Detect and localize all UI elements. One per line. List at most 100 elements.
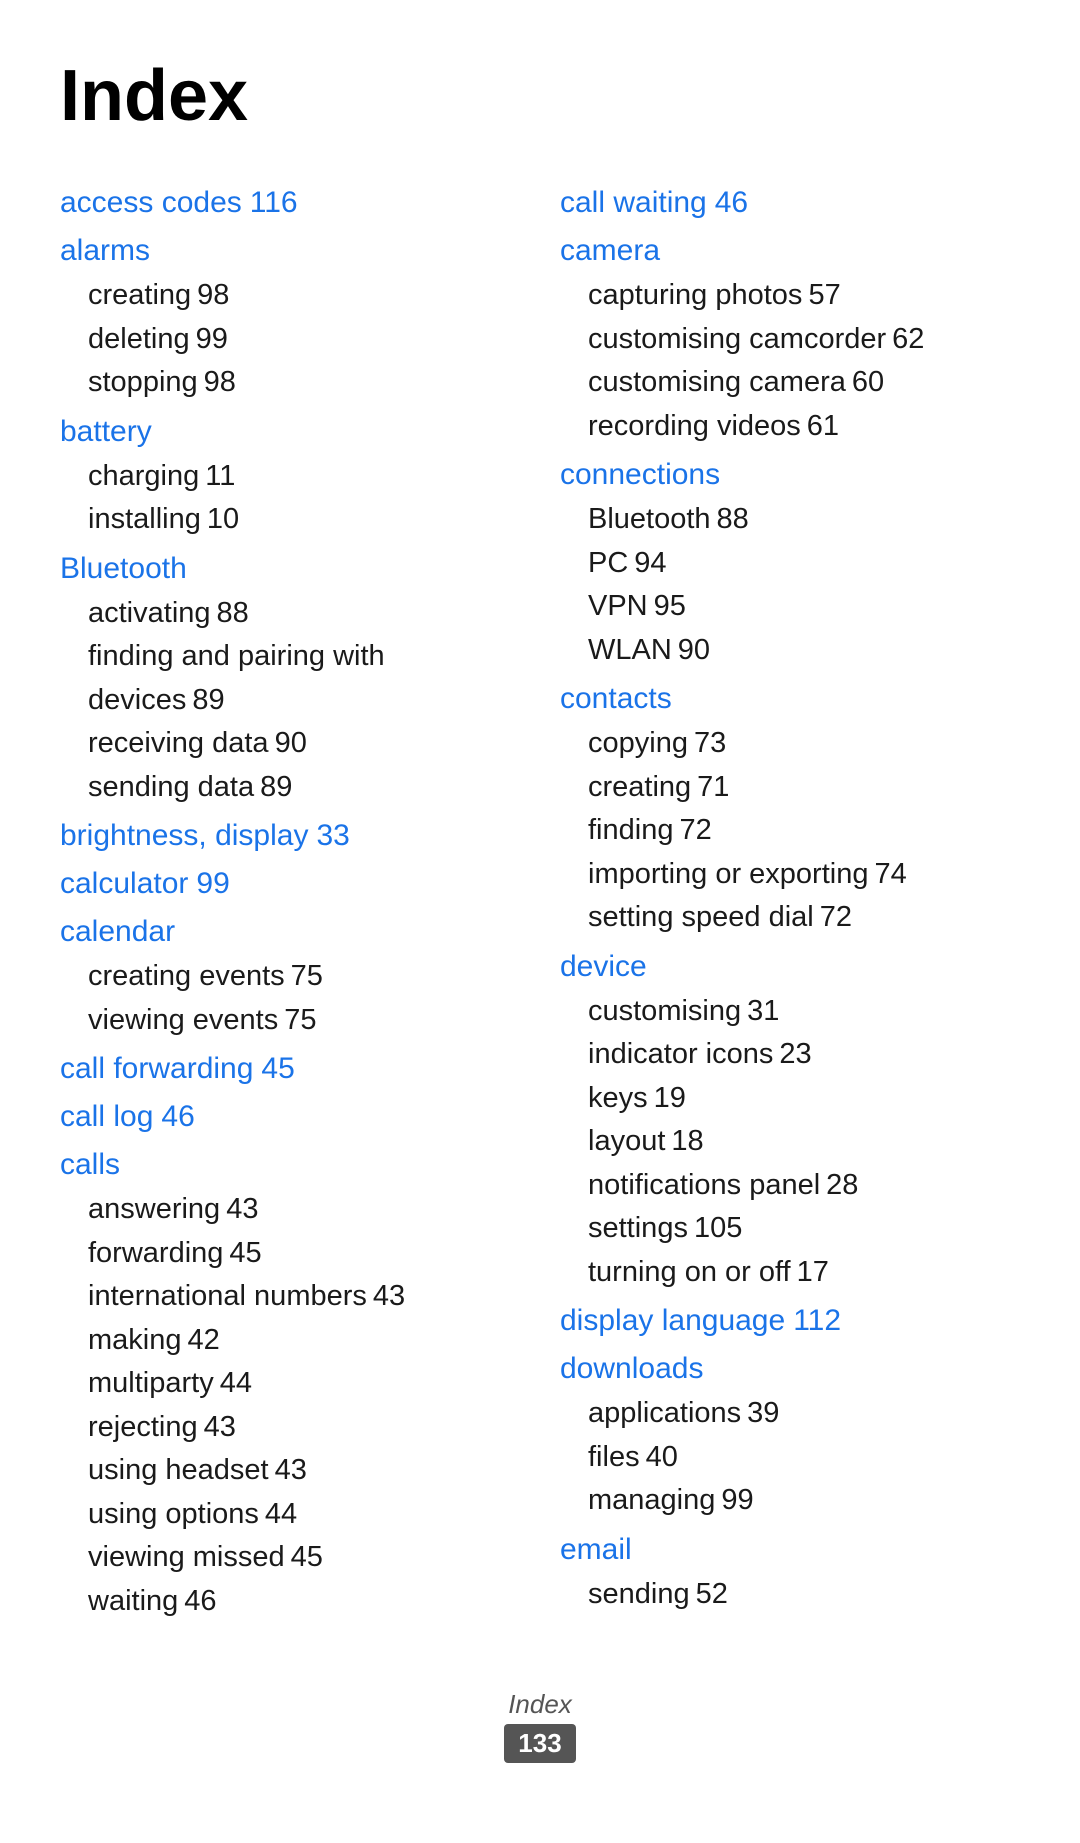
page-number: 95 <box>654 590 686 622</box>
sub-entry: creating71 <box>588 766 1020 810</box>
footer-page: 133 <box>504 1724 575 1763</box>
page-number: 44 <box>220 1367 252 1399</box>
index-entry: connectionsBluetooth88PC94VPN95WLAN90 <box>560 454 1020 672</box>
page-number: 31 <box>747 995 779 1027</box>
sub-entry: waiting46 <box>88 1580 520 1624</box>
entry-header: battery <box>60 411 520 453</box>
index-body: access codes116alarmscreating98deleting9… <box>60 182 1020 1629</box>
sub-entries: copying73creating71finding72importing or… <box>588 722 1020 940</box>
index-entry: brightness, display33 <box>60 815 520 857</box>
sub-entry: multiparty44 <box>88 1362 520 1406</box>
index-entry: emailsending52 <box>560 1529 1020 1617</box>
index-entry: downloadsapplications39files40managing99 <box>560 1348 1020 1523</box>
entry-header: display language112 <box>560 1300 1020 1342</box>
page-number: 28 <box>826 1169 858 1201</box>
index-entry: access codes116 <box>60 182 520 224</box>
page-number: 74 <box>874 858 906 890</box>
sub-entry: forwarding45 <box>88 1232 520 1276</box>
sub-entry: files40 <box>588 1436 1020 1480</box>
page-number: 52 <box>696 1578 728 1610</box>
page-number: 71 <box>697 771 729 803</box>
entry-header: call forwarding45 <box>60 1048 520 1090</box>
page-number: 89 <box>260 771 292 803</box>
page-number: 33 <box>316 819 349 852</box>
sub-entry: indicator icons23 <box>588 1033 1020 1077</box>
index-entry: call waiting46 <box>560 182 1020 224</box>
index-entry: calendarcreating events75viewing events7… <box>60 911 520 1042</box>
entry-header: calendar <box>60 911 520 953</box>
sub-entry: activating88 <box>88 592 520 636</box>
sub-entry: importing or exporting74 <box>588 853 1020 897</box>
index-entry: devicecustomising31indicator icons23keys… <box>560 946 1020 1295</box>
page-number: 116 <box>250 186 298 219</box>
sub-entry: international numbers43 <box>88 1275 520 1319</box>
column-0: access codes116alarmscreating98deleting9… <box>60 182 560 1629</box>
page-number: 90 <box>678 634 710 666</box>
page-number: 73 <box>694 727 726 759</box>
sub-entries: capturing photos57customising camcorder6… <box>588 274 1020 448</box>
sub-entry: stopping98 <box>88 361 520 405</box>
entry-header: call log46 <box>60 1096 520 1138</box>
column-1: call waiting46cameracapturing photos57cu… <box>560 182 1020 1629</box>
index-entry: contactscopying73creating71finding72impo… <box>560 678 1020 940</box>
page-number: 43 <box>204 1411 236 1443</box>
page-number: 23 <box>779 1038 811 1070</box>
sub-entry: charging11 <box>88 455 520 499</box>
page-number: 75 <box>291 960 323 992</box>
sub-entry: receiving data90 <box>88 722 520 766</box>
sub-entry: finding and pairing with devices89 <box>88 635 520 722</box>
page-number: 99 <box>721 1484 753 1516</box>
page-number: 46 <box>715 186 748 219</box>
sub-entries: sending52 <box>588 1573 1020 1617</box>
page-number: 99 <box>196 867 229 900</box>
sub-entry: creating events75 <box>88 955 520 999</box>
sub-entry: capturing photos57 <box>588 274 1020 318</box>
sub-entry: customising camera60 <box>588 361 1020 405</box>
sub-entries: activating88finding and pairing with dev… <box>88 592 520 810</box>
sub-entry: answering43 <box>88 1188 520 1232</box>
index-entry: callsanswering43forwarding45internationa… <box>60 1144 520 1623</box>
page-number: 90 <box>275 727 307 759</box>
sub-entry: managing99 <box>588 1479 1020 1523</box>
sub-entry: viewing events75 <box>88 999 520 1043</box>
page-number: 19 <box>654 1082 686 1114</box>
page-number: 46 <box>161 1100 194 1133</box>
page-number: 62 <box>892 323 924 355</box>
sub-entry: making42 <box>88 1319 520 1363</box>
page-number: 42 <box>188 1324 220 1356</box>
entry-header: Bluetooth <box>60 548 520 590</box>
sub-entry: applications39 <box>588 1392 1020 1436</box>
sub-entries: Bluetooth88PC94VPN95WLAN90 <box>588 498 1020 672</box>
page-number: 18 <box>671 1125 703 1157</box>
entry-header: call waiting46 <box>560 182 1020 224</box>
page-number: 45 <box>229 1237 261 1269</box>
sub-entry: turning on or off17 <box>588 1251 1020 1295</box>
entry-header: calls <box>60 1144 520 1186</box>
entry-header: downloads <box>560 1348 1020 1390</box>
index-entry: cameracapturing photos57customising camc… <box>560 230 1020 448</box>
sub-entry: VPN95 <box>588 585 1020 629</box>
page-number: 112 <box>793 1304 841 1337</box>
page-number: 40 <box>646 1441 678 1473</box>
page-number: 72 <box>679 814 711 846</box>
index-entry: call forwarding45 <box>60 1048 520 1090</box>
sub-entry: using options44 <box>88 1493 520 1537</box>
page-number: 45 <box>261 1052 294 1085</box>
entry-header: email <box>560 1529 1020 1571</box>
page-number: 11 <box>205 460 235 492</box>
sub-entry: sending data89 <box>88 766 520 810</box>
page-number: 60 <box>852 366 884 398</box>
index-entry: calculator99 <box>60 863 520 905</box>
sub-entries: applications39files40managing99 <box>588 1392 1020 1523</box>
sub-entry: PC94 <box>588 542 1020 586</box>
entry-header: access codes116 <box>60 182 520 224</box>
page-number: 89 <box>192 684 224 716</box>
entry-header: camera <box>560 230 1020 272</box>
sub-entries: charging11installing10 <box>88 455 520 542</box>
page-number: 17 <box>797 1256 829 1288</box>
page-number: 98 <box>197 279 229 311</box>
sub-entry: finding72 <box>588 809 1020 853</box>
sub-entry: deleting99 <box>88 318 520 362</box>
entry-header: alarms <box>60 230 520 272</box>
sub-entry: layout18 <box>588 1120 1020 1164</box>
